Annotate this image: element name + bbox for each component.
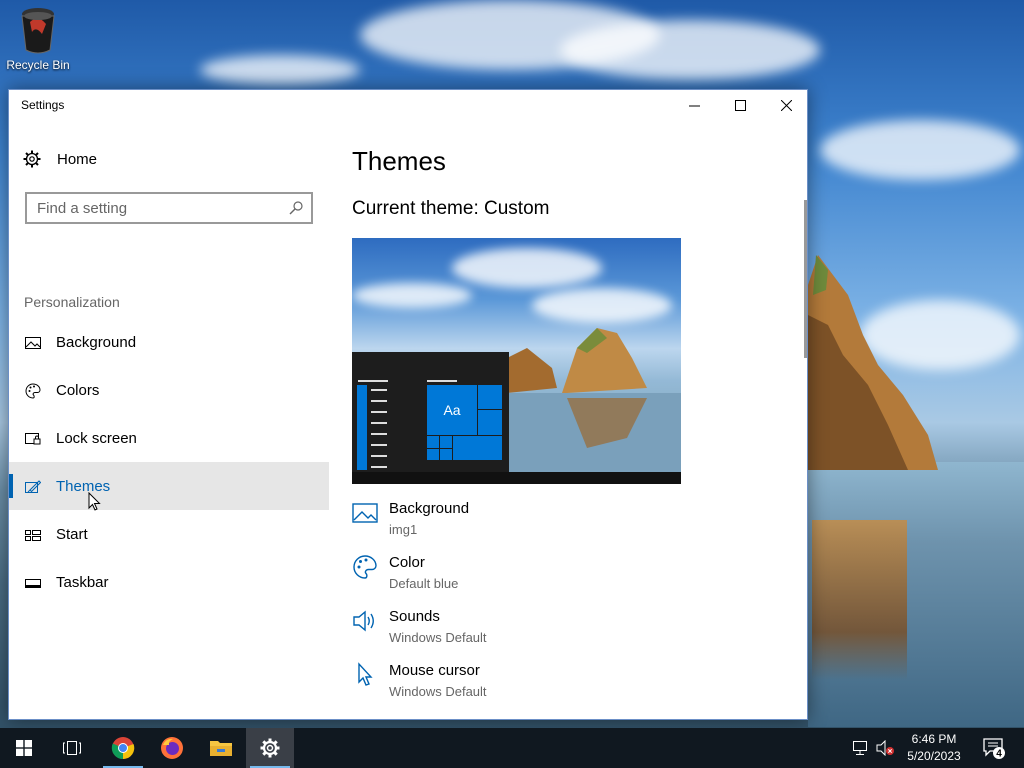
- preview-tile: Aa: [427, 385, 477, 435]
- sidebar-item-label: Taskbar: [56, 574, 109, 591]
- clock-time: 6:46 PM: [911, 732, 957, 746]
- search-input[interactable]: [37, 199, 277, 217]
- mouse-pointer-icon: [88, 492, 101, 511]
- theme-property-mouse-cursor[interactable]: Mouse cursor Windows Default: [352, 662, 772, 710]
- sidebar-item-start[interactable]: Start: [9, 510, 329, 558]
- notification-count: 4: [996, 749, 1002, 760]
- folder-icon: [210, 741, 232, 756]
- home-label: Home: [57, 150, 98, 168]
- theme-property-color[interactable]: Color Default blue: [352, 554, 772, 602]
- sidebar-item-label: Lock screen: [56, 430, 137, 447]
- property-value: Windows Default: [389, 684, 487, 699]
- task-view-button[interactable]: [48, 728, 96, 768]
- sidebar-item-label: Start: [56, 526, 88, 543]
- action-center-button[interactable]: 4: [982, 728, 1006, 768]
- desktop-icon-label: Recycle Bin: [6, 58, 70, 72]
- current-theme-heading: Current theme: Custom: [352, 198, 550, 219]
- section-label: Personalization: [24, 294, 120, 310]
- property-label: Color: [389, 554, 425, 571]
- sidebar-item-lock-screen[interactable]: Lock screen: [9, 414, 329, 462]
- scrollbar[interactable]: [804, 200, 807, 358]
- theme-property-sounds[interactable]: Sounds Windows Default: [352, 608, 772, 656]
- sidebar-item-background[interactable]: Background: [9, 318, 329, 366]
- lock-screen-icon: [25, 433, 41, 445]
- close-icon: [780, 99, 792, 111]
- property-value: Default blue: [389, 576, 459, 591]
- property-label: Sounds: [389, 608, 440, 625]
- volume-muted-icon: [876, 740, 894, 756]
- property-value: Windows Default: [389, 630, 487, 645]
- sidebar-item-colors[interactable]: Colors: [9, 366, 329, 414]
- main-content: Themes Current theme: Custom Aa Backgrou…: [352, 120, 807, 719]
- window-title: Settings: [21, 98, 65, 112]
- sidebar-item-label: Background: [56, 334, 137, 351]
- sidebar-item-label: Colors: [56, 382, 100, 399]
- chrome-icon: [111, 737, 135, 760]
- notification-icon: 4: [983, 738, 1005, 760]
- taskbar-clock[interactable]: 6:46 PM 5/20/2023: [896, 731, 972, 765]
- image-icon: [25, 337, 41, 349]
- themes-icon: [25, 480, 41, 493]
- theme-property-background[interactable]: Background img1: [352, 500, 772, 548]
- taskbar: 6:46 PM 5/20/2023 4: [0, 728, 1024, 768]
- maximize-button[interactable]: [717, 90, 763, 120]
- start-icon: [25, 530, 41, 541]
- volume-tray-button[interactable]: [876, 728, 896, 768]
- firefox-button[interactable]: [148, 728, 196, 768]
- chrome-button[interactable]: [99, 728, 147, 768]
- sidebar-item-taskbar[interactable]: Taskbar: [9, 558, 329, 606]
- search-icon[interactable]: [289, 201, 303, 215]
- image-icon: [352, 503, 378, 523]
- home-link[interactable]: Home: [23, 150, 97, 168]
- property-label: Mouse cursor: [389, 662, 480, 679]
- minimize-icon: [688, 105, 700, 106]
- palette-icon: [25, 383, 41, 399]
- maximize-icon: [734, 99, 746, 111]
- gear-icon: [23, 150, 41, 168]
- sidebar-item-themes[interactable]: Themes: [9, 462, 329, 511]
- page-title: Themes: [352, 146, 446, 176]
- property-label: Background: [389, 500, 470, 517]
- network-icon: [853, 741, 867, 755]
- settings-window: Settings Home Find a setting Personaliza…: [8, 89, 808, 720]
- search-box[interactable]: [25, 192, 313, 224]
- network-tray-button[interactable]: [852, 728, 870, 768]
- sidebar: Home Personalization Background: [9, 120, 329, 719]
- cursor-icon: [358, 662, 373, 686]
- theme-preview: Aa: [352, 238, 681, 484]
- taskbar-icon: [25, 579, 41, 588]
- sidebar-nav: Background Colors Lock screen Themes Sta…: [9, 318, 329, 606]
- property-value: img1: [389, 522, 418, 537]
- task-view-icon: [63, 741, 81, 755]
- recycle-bin-icon: [18, 6, 58, 54]
- desktop-icon-recycle-bin[interactable]: Recycle Bin: [6, 6, 70, 72]
- speaker-icon: [353, 610, 374, 632]
- start-button[interactable]: [0, 728, 48, 768]
- title-bar[interactable]: Settings: [9, 90, 807, 120]
- firefox-icon: [161, 737, 183, 759]
- clock-date: 5/20/2023: [907, 749, 961, 763]
- settings-button[interactable]: [246, 728, 294, 768]
- file-explorer-button[interactable]: [197, 728, 245, 768]
- gear-icon: [260, 738, 280, 758]
- windows-icon: [16, 740, 32, 756]
- minimize-button[interactable]: [671, 90, 717, 120]
- sidebar-item-label: Themes: [56, 478, 111, 495]
- close-button[interactable]: [763, 90, 807, 120]
- palette-icon: [353, 555, 377, 579]
